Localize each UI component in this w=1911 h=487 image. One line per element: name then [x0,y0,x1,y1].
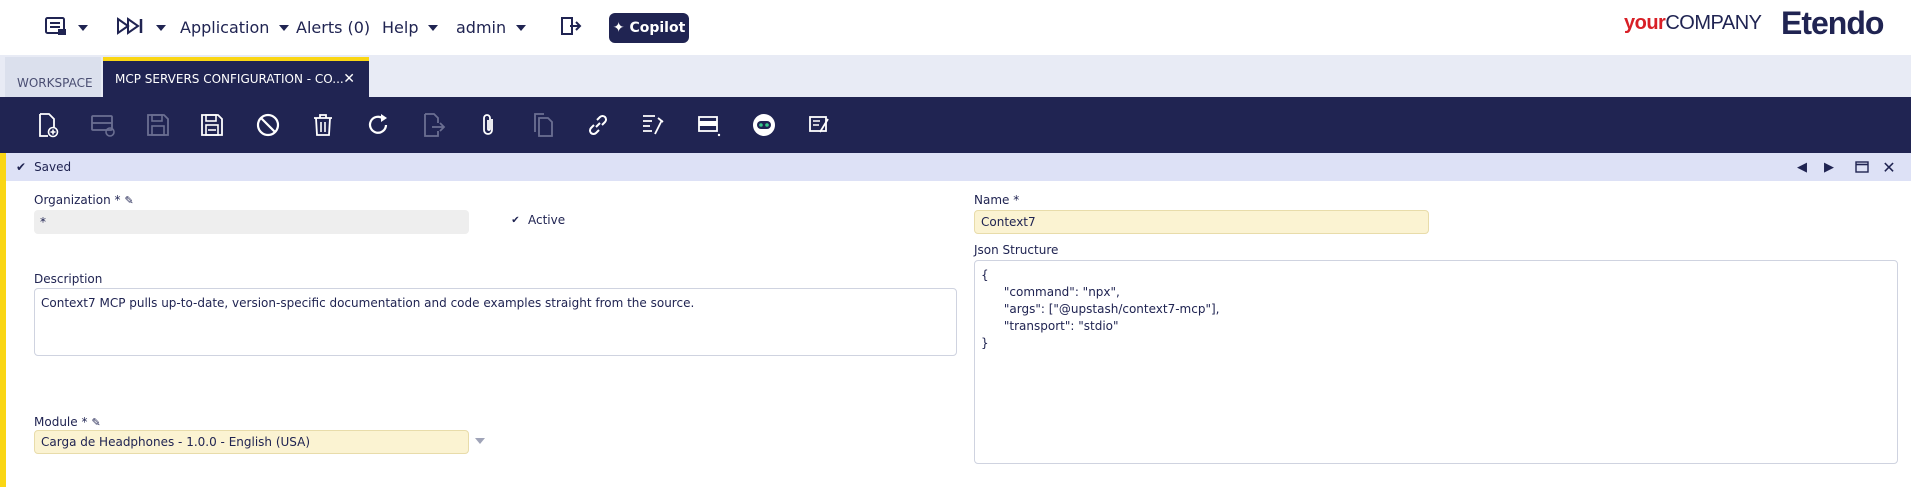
logout-icon [560,15,582,41]
link-button[interactable] [583,110,613,140]
top-navigation: Application Alerts (0) Help admin ✦ Copi… [0,0,1911,55]
view-mode-button[interactable] [694,110,724,140]
paperclip-icon [483,114,493,135]
form-view-icon [698,116,721,137]
trash-icon [314,114,332,136]
module-label: Module * ✎ [34,415,101,429]
maximize-icon[interactable] [1852,157,1872,177]
active-checkbox[interactable]: ✔ Active [509,213,565,227]
window-tab-bar: WORKSPACE MCP SERVERS CONFIGURATION - CO… [0,55,1911,97]
alerts-link[interactable]: Alerts (0) [296,0,370,55]
checkmark-icon: ✔ [16,160,27,174]
refresh-button[interactable] [363,110,393,140]
tab-workspace[interactable]: WORKSPACE [5,57,101,97]
tab-mcp-servers-configuration[interactable]: MCP SERVERS CONFIGURATION - CO... ✕ [103,57,369,97]
export-icon [424,113,446,137]
chevron-down-icon [428,24,439,31]
form-edge-indicator [0,153,6,487]
save-and-close-button[interactable] [197,110,227,140]
copilot-assistant-button[interactable] [749,110,779,140]
description-label: Description [34,272,103,286]
refresh-icon [368,114,388,134]
link-icon [588,114,608,136]
status-bar: ✔ Saved ◀ ▶ ✕ [6,153,1911,181]
chevron-down-icon[interactable] [475,438,485,444]
application-menu[interactable]: Application [180,0,290,55]
fast-forward-icon [116,16,146,40]
organization-label: Organization * ✎ [34,193,134,207]
name-field[interactable]: Context7 [974,210,1429,234]
user-menu-label: admin [456,18,507,37]
organization-field[interactable]: * [34,210,469,234]
menu-button[interactable] [44,0,88,55]
copilot-button[interactable]: ✦ Copilot [609,13,689,43]
json-structure-label: Json Structure [974,243,1059,257]
copy-icon [534,113,553,137]
save-close-icon [201,114,223,136]
status-text: Saved [34,160,72,174]
notes-icon [809,116,829,133]
tab-workspace-label: WORKSPACE [17,76,93,90]
help-menu-label: Help [382,18,419,37]
export-button[interactable] [418,110,448,140]
clone-button[interactable] [528,110,558,140]
next-record-icon[interactable]: ▶ [1819,157,1839,177]
new-document-icon [39,113,59,138]
chevron-down-icon [279,24,290,31]
audit-list-icon [643,115,664,135]
application-menu-label: Application [180,18,270,37]
new-document-button[interactable] [32,110,62,140]
delete-button[interactable] [308,110,338,140]
copilot-label: Copilot [629,20,686,36]
quick-launch-button[interactable] [116,0,166,55]
close-form-icon[interactable]: ✕ [1879,157,1899,177]
logout-button[interactable] [560,0,582,55]
chevron-down-icon [156,24,166,31]
user-menu[interactable]: admin [456,0,527,55]
module-select[interactable]: Carga de Headphones - 1.0.0 - English (U… [34,430,469,454]
save-button[interactable] [143,110,173,140]
notes-button[interactable] [804,110,834,140]
previous-record-icon[interactable]: ◀ [1792,157,1812,177]
undo-changes-button[interactable] [253,110,283,140]
pencil-icon[interactable]: ✎ [125,194,134,207]
pencil-icon[interactable]: ✎ [91,416,100,429]
new-row-button[interactable] [88,110,118,140]
active-label: Active [528,213,566,227]
new-row-icon [91,115,115,137]
alerts-label: Alerts (0) [296,18,371,37]
json-structure-textarea[interactable]: { "command": "npx", "args": ["@upstash/c… [974,260,1898,464]
audit-trail-button[interactable] [638,110,668,140]
description-textarea[interactable]: Context7 MCP pulls up-to-date, version-s… [34,288,957,356]
help-menu[interactable]: Help [382,0,439,55]
company-logo: yourCOMPANY [1624,12,1762,34]
checkmark-icon: ✔ [511,214,520,226]
chevron-down-icon [78,24,88,31]
cancel-icon [256,113,280,137]
attachments-button[interactable] [473,110,503,140]
tab-active-label: MCP SERVERS CONFIGURATION - CO... [115,72,344,86]
sparkle-icon: ✦ [612,20,625,36]
close-icon[interactable]: ✕ [343,71,355,87]
save-icon [147,114,169,136]
menu-list-icon [44,15,68,41]
toolbar [0,97,1911,153]
robot-icon [753,114,775,136]
name-label: Name * [974,193,1020,207]
etendo-logo: Etendo [1781,5,1884,41]
app-window: Application Alerts (0) Help admin ✦ Copi… [0,0,1911,487]
chevron-down-icon [516,24,527,31]
